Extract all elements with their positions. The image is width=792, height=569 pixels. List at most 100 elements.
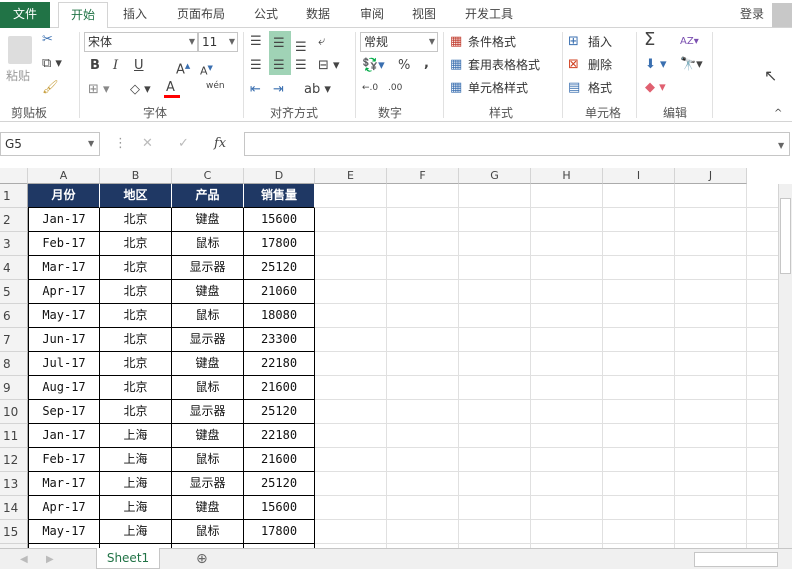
insert-function-button[interactable]: fx (214, 136, 226, 152)
row-header[interactable]: 15 (0, 520, 28, 544)
tab-formulas[interactable]: 公式 (244, 2, 288, 28)
table-cell[interactable]: 鼠标 (172, 232, 244, 256)
row-header[interactable]: 1 (0, 184, 28, 208)
table-cell[interactable]: 鼠标 (172, 520, 244, 544)
row-header[interactable]: 13 (0, 472, 28, 496)
tab-developer[interactable]: 开发工具 (456, 2, 522, 28)
table-cell[interactable]: 北京 (100, 328, 172, 352)
name-box[interactable]: G5 (0, 132, 100, 156)
decrease-font-icon[interactable]: A▼ (200, 60, 213, 80)
italic-button[interactable]: I (113, 58, 118, 74)
table-cell[interactable]: 键盘 (172, 496, 244, 520)
table-cell[interactable]: 17800 (244, 520, 315, 544)
table-cell[interactable]: 22180 (244, 352, 315, 376)
cell-styles-button[interactable]: 单元格样式 (468, 80, 528, 96)
table-cell[interactable]: 键盘 (172, 352, 244, 376)
row-header[interactable]: 9 (0, 376, 28, 400)
sort-filter-icon[interactable]: AZ▾ (680, 34, 699, 50)
percent-button[interactable]: % (398, 58, 410, 74)
table-cell[interactable]: 键盘 (172, 424, 244, 448)
table-cell[interactable]: 北京 (100, 280, 172, 304)
table-cell[interactable]: Apr-17 (28, 496, 100, 520)
table-cell[interactable]: 显示器 (172, 328, 244, 352)
table-header-cell[interactable]: 销售量 (244, 184, 315, 208)
table-cell[interactable]: Feb-17 (28, 232, 100, 256)
phonetic-icon[interactable]: wén (206, 78, 225, 94)
table-cell[interactable]: 键盘 (172, 280, 244, 304)
column-header-A[interactable]: A (28, 168, 100, 184)
table-cell[interactable]: 25120 (244, 256, 315, 280)
column-header-G[interactable]: G (459, 168, 531, 184)
table-cell[interactable]: 鼠标 (172, 448, 244, 472)
table-cell[interactable]: 上海 (100, 448, 172, 472)
align-bottom-icon[interactable]: ☰ (295, 40, 307, 56)
table-cell[interactable]: 上海 (100, 520, 172, 544)
column-header-D[interactable]: D (244, 168, 315, 184)
align-center-icon[interactable]: ☰ (273, 58, 285, 74)
font-size-select[interactable]: 11 ▼ (198, 32, 238, 52)
font-color-icon[interactable]: A (166, 80, 175, 96)
table-cell[interactable]: Jun-17 (28, 328, 100, 352)
add-sheet-icon[interactable]: ⊕ (196, 551, 208, 567)
column-header-H[interactable]: H (531, 168, 603, 184)
column-header-J[interactable]: J (675, 168, 747, 184)
column-header-E[interactable]: E (315, 168, 387, 184)
table-cell[interactable]: 25120 (244, 400, 315, 424)
tab-data[interactable]: 数据 (296, 2, 340, 28)
row-header[interactable]: 14 (0, 496, 28, 520)
table-cell[interactable]: 键盘 (172, 208, 244, 232)
table-cell[interactable]: 18080 (244, 304, 315, 328)
table-cell[interactable]: 显示器 (172, 400, 244, 424)
table-cell[interactable]: 鼠标 (172, 304, 244, 328)
row-header[interactable]: 3 (0, 232, 28, 256)
row-header[interactable]: 8 (0, 352, 28, 376)
worksheet-grid[interactable]: ABCDEFGHIJ12345678910111213141516月份地区产品销… (0, 168, 778, 548)
table-cell[interactable]: 显示器 (172, 256, 244, 280)
table-cell[interactable]: Jan-17 (28, 424, 100, 448)
select-all-corner[interactable] (0, 168, 28, 184)
table-cell[interactable]: 鼠标 (172, 376, 244, 400)
comma-button[interactable]: , (424, 56, 429, 72)
enter-icon[interactable]: ✓ (178, 136, 189, 152)
collapse-ribbon-icon[interactable]: ^ (774, 106, 782, 122)
expand-formula-icon[interactable]: ▼ (778, 138, 784, 154)
tab-insert[interactable]: 插入 (112, 2, 158, 28)
table-cell[interactable]: Jul-17 (28, 352, 100, 376)
column-header-F[interactable]: F (387, 168, 459, 184)
paste-button[interactable]: 粘贴 (6, 68, 30, 84)
table-cell[interactable]: 25120 (244, 472, 315, 496)
table-cell[interactable]: 上海 (100, 472, 172, 496)
table-cell[interactable]: 21600 (244, 376, 315, 400)
table-cell[interactable]: 北京 (100, 352, 172, 376)
merge-center-icon[interactable]: ⊟ ▾ (318, 58, 340, 74)
row-header[interactable]: 6 (0, 304, 28, 328)
row-header[interactable]: 7 (0, 328, 28, 352)
tab-file[interactable]: 文件 (0, 2, 50, 28)
column-header-C[interactable]: C (172, 168, 244, 184)
conditional-format-button[interactable]: 条件格式 (468, 34, 516, 50)
scroll-right-icon[interactable]: ▶ (46, 552, 54, 568)
sheet-tab-sheet1[interactable]: Sheet1 (96, 548, 160, 569)
table-cell[interactable]: 17800 (244, 232, 315, 256)
login-link[interactable]: 登录 (736, 2, 768, 28)
underline-button[interactable]: U (134, 58, 144, 74)
fill-color-icon[interactable]: ◇ ▾ (130, 82, 151, 98)
increase-font-icon[interactable]: A▲ (176, 58, 190, 78)
table-cell[interactable]: Aug-17 (28, 376, 100, 400)
row-header[interactable]: 11 (0, 424, 28, 448)
decrease-decimal-icon[interactable]: .00 (388, 80, 402, 96)
row-header[interactable]: 12 (0, 448, 28, 472)
find-select-icon[interactable]: 🔭▾ (680, 57, 703, 73)
table-cell[interactable]: 北京 (100, 376, 172, 400)
table-cell[interactable]: Mar-17 (28, 256, 100, 280)
format-as-table-button[interactable]: 套用表格格式 (468, 57, 540, 73)
table-cell[interactable]: 北京 (100, 400, 172, 424)
table-cell[interactable]: Jan-17 (28, 208, 100, 232)
align-top-icon[interactable]: ☰ (250, 34, 262, 50)
orientation-icon[interactable]: ab ▾ (304, 82, 331, 98)
scroll-left-icon[interactable]: ◀ (20, 552, 28, 568)
table-cell[interactable]: 北京 (100, 304, 172, 328)
clear-icon[interactable]: ◆ ▾ (645, 80, 666, 96)
tab-view[interactable]: 视图 (402, 2, 446, 28)
delete-cells-button[interactable]: 删除 (588, 57, 612, 73)
